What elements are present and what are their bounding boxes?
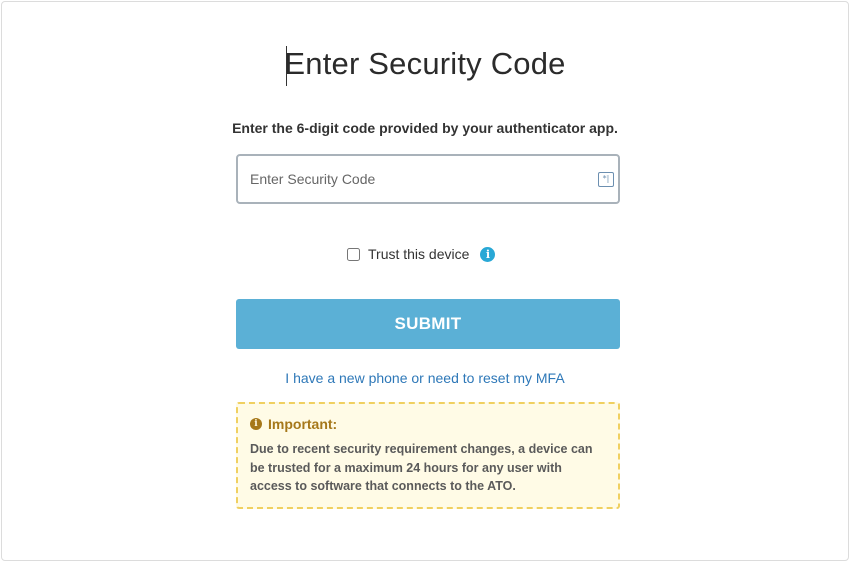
notice-heading: Important: xyxy=(268,416,338,432)
trust-device-checkbox[interactable] xyxy=(347,247,360,261)
security-code-field[interactable]: *| xyxy=(236,154,620,204)
submit-button[interactable]: SUBMIT xyxy=(236,299,620,349)
info-icon: i xyxy=(250,418,262,430)
keypad-icon[interactable]: *| xyxy=(598,172,614,187)
security-code-input[interactable] xyxy=(238,156,618,202)
text-caret xyxy=(286,46,287,86)
instructions-text: Enter the 6-digit code provided by your … xyxy=(232,120,618,136)
trust-device-row: Trust this device i xyxy=(347,245,496,263)
trust-device-label[interactable]: Trust this device xyxy=(368,246,469,262)
reset-mfa-link[interactable]: I have a new phone or need to reset my M… xyxy=(2,370,848,386)
page-title: Enter Security Code xyxy=(284,46,566,81)
info-icon[interactable]: i xyxy=(480,246,496,262)
important-notice: i Important: Due to recent security requ… xyxy=(236,402,620,509)
notice-body: Due to recent security requirement chang… xyxy=(250,442,593,493)
notice-heading-row: i Important: xyxy=(250,416,606,432)
login-card: Enter Security Code Enter the 6-digit co… xyxy=(1,1,849,561)
